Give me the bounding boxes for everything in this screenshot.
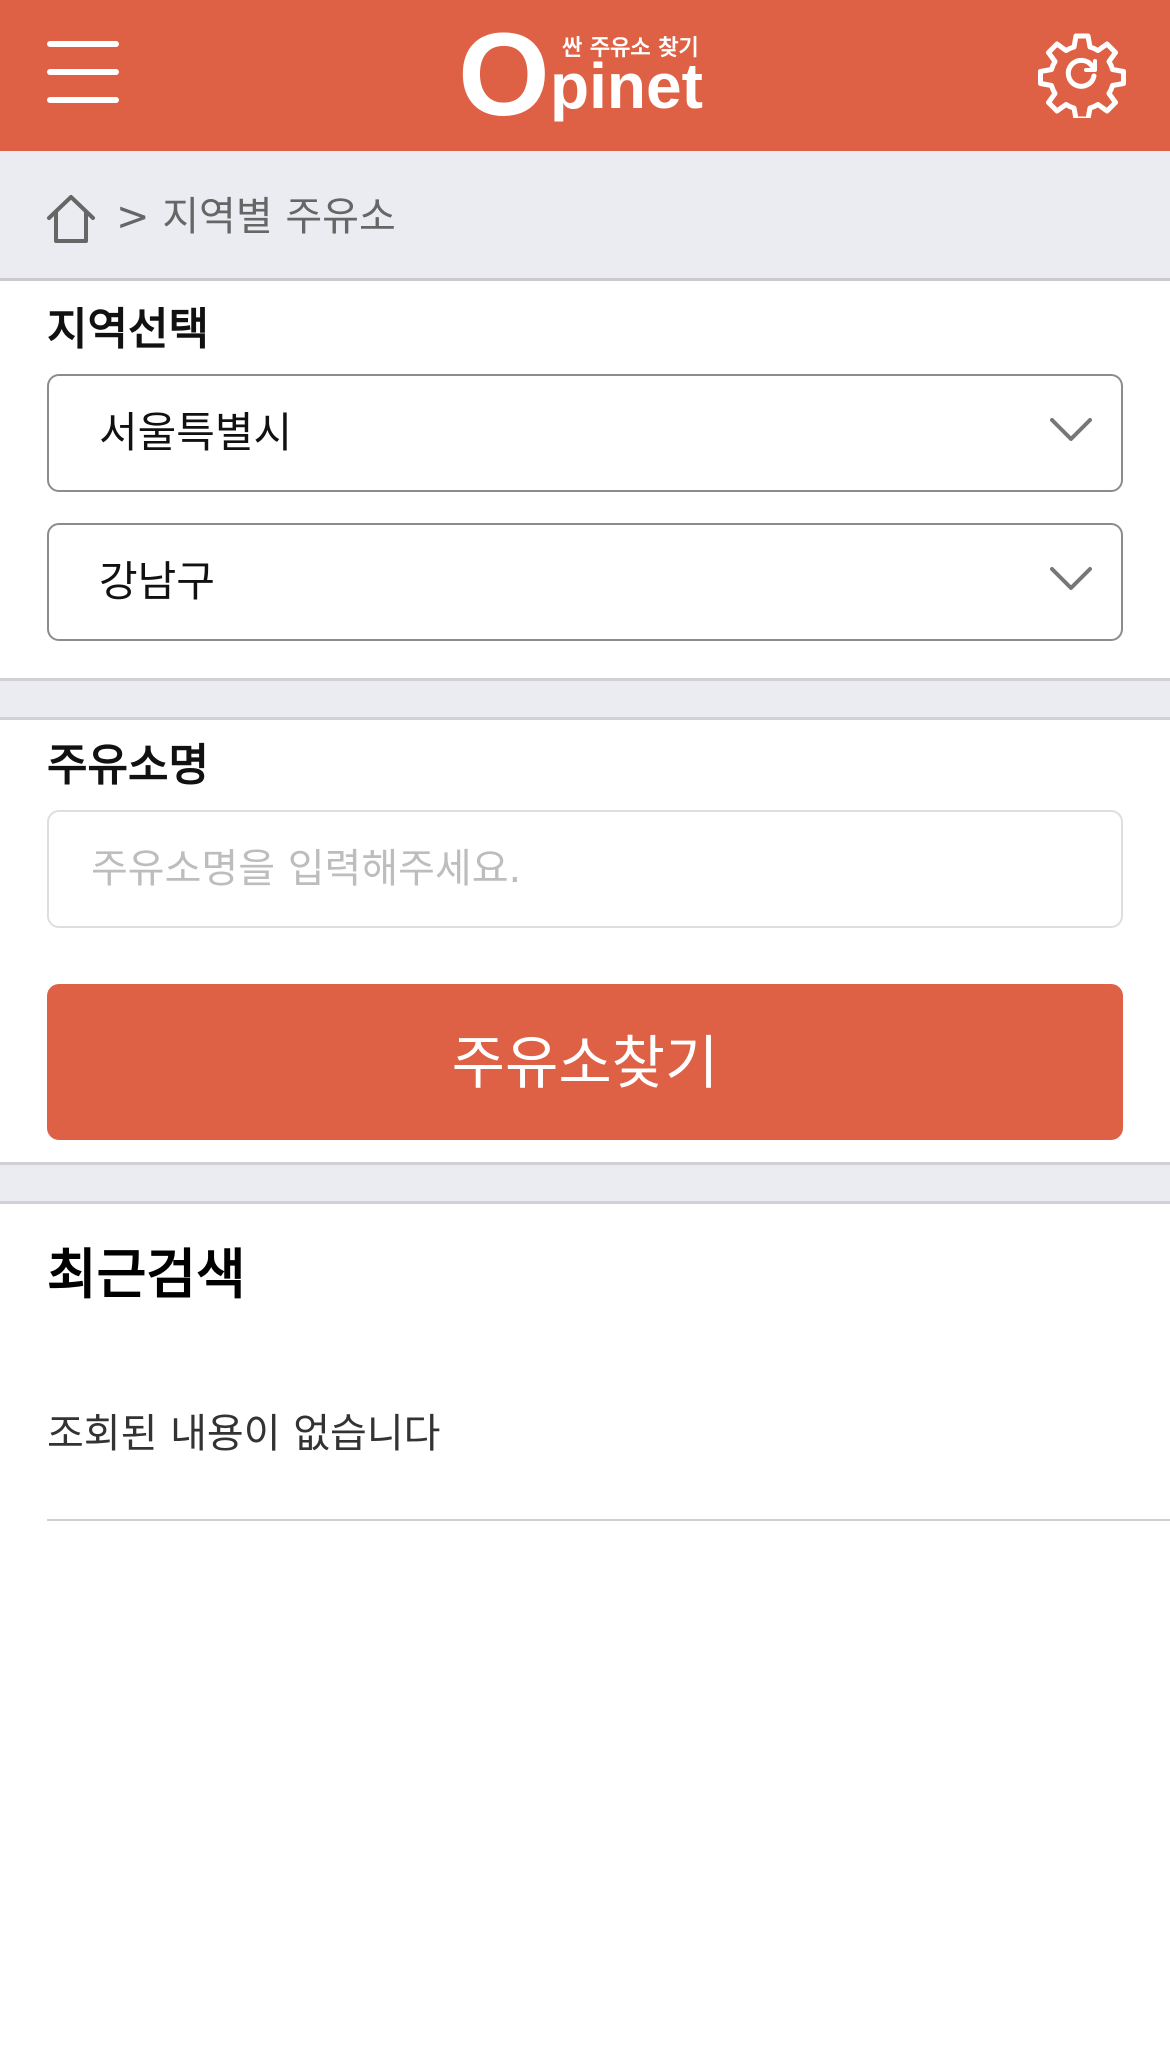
gear-icon bbox=[1038, 33, 1126, 122]
hamburger-menu-button[interactable] bbox=[47, 38, 119, 106]
recent-search-title: 최근검색 bbox=[47, 1243, 246, 1306]
station-name-input[interactable] bbox=[47, 810, 1123, 928]
city-select[interactable]: 서울특별시 bbox=[47, 374, 1123, 492]
district-select-value: 강남구 bbox=[99, 557, 215, 606]
home-icon[interactable] bbox=[44, 193, 98, 245]
menu-bar bbox=[47, 69, 119, 75]
section-divider bbox=[0, 1162, 1170, 1204]
logo-letter: O bbox=[458, 9, 550, 141]
menu-bar bbox=[47, 97, 119, 103]
app-header: O 싼 주유소 찾기 pinet bbox=[0, 0, 1170, 151]
district-select[interactable]: 강남구 bbox=[47, 523, 1123, 641]
section-divider bbox=[0, 678, 1170, 720]
chevron-down-icon bbox=[1050, 418, 1092, 441]
city-select-value: 서울특별시 bbox=[99, 408, 293, 457]
logo-wordmark: pinet bbox=[550, 50, 703, 122]
breadcrumb: > 지역별 주유소 bbox=[0, 151, 1170, 281]
region-label: 지역선택 bbox=[47, 304, 209, 355]
list-divider bbox=[47, 1519, 1170, 1521]
breadcrumb-current: > 지역별 주유소 bbox=[116, 194, 396, 240]
menu-bar bbox=[47, 41, 119, 47]
settings-button[interactable] bbox=[1038, 30, 1126, 122]
opinet-logo[interactable]: O 싼 주유소 찾기 pinet bbox=[458, 16, 718, 134]
chevron-down-icon bbox=[1050, 567, 1092, 590]
station-name-label: 주유소명 bbox=[47, 740, 209, 791]
find-station-button[interactable]: 주유소찾기 bbox=[47, 984, 1123, 1140]
recent-empty-message: 조회된 내용이 없습니다 bbox=[47, 1411, 441, 1457]
